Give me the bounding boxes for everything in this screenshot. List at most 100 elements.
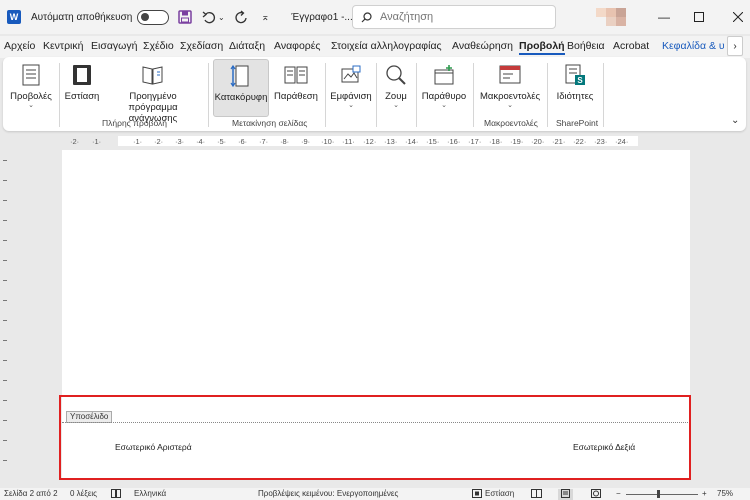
read-mode-icon[interactable] bbox=[531, 489, 542, 500]
horizontal-ruler[interactable]: ·2· ·1· ·1· ·2· ·3· ·4· ·5· ·6· ·7· ·8· … bbox=[62, 135, 690, 147]
web-layout-icon[interactable] bbox=[591, 489, 601, 500]
properties-label: Ιδιότητες bbox=[556, 91, 594, 102]
text-predictions[interactable]: Προβλέψεις κειμένου: Ενεργοποιημένες bbox=[258, 489, 398, 498]
show-icon bbox=[339, 62, 363, 88]
customize-toolbar-icon[interactable]: ⌅ bbox=[257, 9, 273, 25]
tab-draw[interactable]: Σχέδιο bbox=[143, 40, 174, 52]
more-tabs-button[interactable]: › bbox=[727, 36, 743, 56]
immersive-reader-button[interactable]: Προηγμένο πρόγραμμα ανάγνωσης bbox=[103, 59, 203, 124]
group-separator bbox=[547, 63, 548, 127]
ruler-tick: ·17· bbox=[468, 137, 482, 146]
ruler-tick: ·24· bbox=[615, 137, 629, 146]
macros-button[interactable]: Μακροεντολές ⌄ bbox=[477, 59, 543, 110]
ruler-mark bbox=[3, 180, 7, 181]
vertical-label: Κατακόρυφη bbox=[214, 92, 268, 103]
ruler-tick: ·23· bbox=[594, 137, 608, 146]
document-title[interactable]: Έγγραφο1 -... bbox=[291, 12, 352, 23]
views-button[interactable]: Προβολές ⌄ bbox=[7, 59, 55, 110]
tab-acrobat[interactable]: Acrobat bbox=[613, 40, 649, 52]
ruler-mark bbox=[3, 240, 7, 241]
zoom-in-icon[interactable]: + bbox=[702, 489, 707, 498]
macros-label: Μακροεντολές bbox=[479, 91, 541, 102]
search-box[interactable] bbox=[352, 5, 556, 29]
save-icon[interactable] bbox=[177, 9, 193, 25]
focus-mode-icon[interactable] bbox=[472, 489, 482, 500]
ruler-tick: ·6· bbox=[238, 137, 248, 146]
ruler-mark bbox=[3, 300, 7, 301]
chevron-down-icon: ⌄ bbox=[348, 102, 354, 109]
ruler-tick: ·3· bbox=[175, 137, 185, 146]
ruler-mark bbox=[3, 160, 7, 161]
immersive-reader-icon bbox=[141, 62, 165, 88]
properties-button[interactable]: S Ιδιότητες bbox=[551, 59, 599, 102]
ruler-tick: ·9· bbox=[301, 137, 311, 146]
autosave-label: Αυτόματη αποθήκευση bbox=[31, 11, 133, 23]
maximize-button[interactable] bbox=[678, 0, 720, 34]
redo-icon[interactable] bbox=[233, 9, 249, 25]
group-separator bbox=[59, 63, 60, 127]
focus-label: Εστίαση bbox=[64, 91, 100, 102]
zoom-slider-track[interactable] bbox=[626, 494, 698, 495]
views-label: Προβολές bbox=[10, 91, 52, 102]
side-to-side-icon bbox=[284, 62, 308, 88]
group-label-sharepoint: SharePoint bbox=[556, 118, 599, 128]
tab-design[interactable]: Σχεδίαση bbox=[180, 40, 223, 52]
ruler-tick: ·14· bbox=[405, 137, 419, 146]
ruler-tick: ·13· bbox=[384, 137, 398, 146]
autosave-toggle[interactable] bbox=[137, 9, 170, 25]
focus-button[interactable]: Εστίαση bbox=[63, 59, 101, 102]
ruler-tick: ·16· bbox=[447, 137, 461, 146]
proofing-icon[interactable] bbox=[111, 489, 121, 500]
tab-references[interactable]: Αναφορές bbox=[274, 40, 321, 52]
show-button[interactable]: Εμφάνιση ⌄ bbox=[329, 59, 373, 110]
tab-review[interactable]: Αναθεώρηση bbox=[452, 40, 513, 52]
vertical-button[interactable]: Κατακόρυφη bbox=[213, 59, 269, 117]
ruler-tick: ·15· bbox=[426, 137, 440, 146]
group-separator bbox=[473, 63, 474, 127]
word-app-icon: W bbox=[7, 10, 21, 24]
chevron-down-icon: ⌄ bbox=[507, 102, 513, 109]
vertical-ruler[interactable] bbox=[0, 150, 10, 485]
window-button[interactable]: Παράθυρο ⌄ bbox=[419, 59, 469, 110]
toggle-knob bbox=[141, 12, 150, 21]
chevron-down-icon: ⌄ bbox=[28, 102, 34, 109]
ruler-mark bbox=[3, 420, 7, 421]
avatar[interactable] bbox=[596, 8, 636, 26]
zoom-button[interactable]: Ζουμ ⌄ bbox=[380, 59, 412, 110]
tab-layout[interactable]: Διάταξη bbox=[229, 40, 265, 52]
group-separator bbox=[208, 63, 209, 127]
zoom-level[interactable]: 75% bbox=[717, 489, 733, 498]
undo-icon[interactable] bbox=[201, 9, 217, 25]
word-count[interactable]: 0 λέξεις bbox=[70, 489, 97, 498]
ruler-tick: ·20· bbox=[531, 137, 545, 146]
tab-header-footer[interactable]: Κεφαλίδα & υ bbox=[662, 40, 724, 52]
group-label-page-movement: Μετακίνηση σελίδας bbox=[232, 118, 308, 128]
focus-mode-label[interactable]: Εστίαση bbox=[485, 489, 514, 498]
tab-home[interactable]: Κεντρική bbox=[43, 40, 83, 52]
tab-mailings[interactable]: Στοιχεία αλληλογραφίας bbox=[331, 40, 442, 52]
ruler-tick: ·2· bbox=[70, 137, 80, 146]
zoom-icon bbox=[384, 62, 408, 88]
ruler-tick: ·19· bbox=[510, 137, 524, 146]
undo-dropdown-icon[interactable]: ⌄ bbox=[217, 9, 225, 25]
tab-help[interactable]: Βοήθεια bbox=[567, 40, 605, 52]
close-button[interactable] bbox=[717, 0, 750, 34]
focus-icon bbox=[70, 62, 94, 88]
tab-view[interactable]: Προβολή bbox=[519, 40, 565, 55]
side-to-side-button[interactable]: Παράθεση bbox=[271, 59, 321, 102]
zoom-out-icon[interactable]: − bbox=[616, 489, 621, 498]
ruler-mark bbox=[3, 220, 7, 221]
tab-insert[interactable]: Εισαγωγή bbox=[91, 40, 137, 52]
ruler-mark bbox=[3, 340, 7, 341]
group-label-macros: Μακροεντολές bbox=[484, 118, 538, 128]
language[interactable]: Ελληνικά bbox=[134, 489, 166, 498]
ribbon-collapse-icon[interactable]: ⌄ bbox=[731, 115, 739, 126]
ruler-tick: ·2· bbox=[154, 137, 164, 146]
zoom-slider-thumb[interactable] bbox=[657, 490, 660, 498]
show-label: Εμφάνιση bbox=[330, 91, 372, 102]
views-icon bbox=[19, 62, 43, 88]
page-count[interactable]: Σελίδα 2 από 2 bbox=[4, 489, 58, 498]
search-input[interactable] bbox=[380, 11, 540, 23]
print-layout-icon[interactable] bbox=[558, 489, 573, 500]
tab-file[interactable]: Αρχείο bbox=[4, 40, 35, 52]
